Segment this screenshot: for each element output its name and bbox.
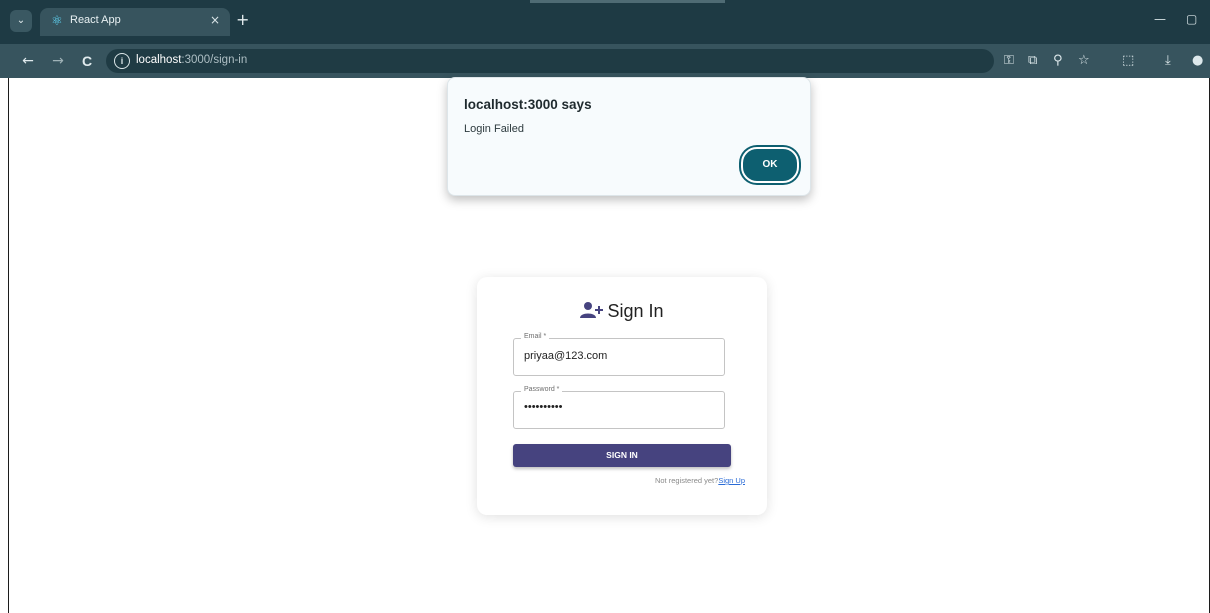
tab-close-icon[interactable]: × [210, 13, 220, 27]
extensions-icon[interactable]: ⬚ [1122, 53, 1134, 68]
minimize-icon[interactable]: — [1154, 12, 1166, 26]
sign-up-link[interactable]: Sign Up [718, 476, 745, 485]
password-value[interactable]: •••••••••• [524, 401, 563, 413]
download-icon[interactable]: ⤓ [1165, 53, 1171, 68]
alert-heading: localhost:3000 says [464, 97, 592, 112]
browser-tab[interactable]: ⚛ React App × [40, 8, 230, 36]
address-bar[interactable]: i localhost:3000/sign-in ⚿ [106, 49, 1014, 73]
sign-in-button[interactable]: SIGN IN [513, 444, 731, 467]
react-icon: ⚛ [51, 14, 63, 29]
maximize-icon[interactable]: ▢ [1186, 12, 1197, 26]
sign-in-title: Sign In [607, 301, 664, 321]
browser-tab-bar: ⌄ ⚛ React App × + — ▢ [0, 0, 1210, 45]
password-key-icon[interactable]: ⚿ [1004, 53, 1014, 68]
browser-toolbar: ← → C i localhost:3000/sign-in ⚿ ⧉ ⚲ ☆ ⬚… [0, 44, 1210, 78]
email-value[interactable]: priyaa@123.com [524, 350, 607, 362]
register-prompt: Not registered yet?Sign Up [655, 476, 745, 485]
ok-button[interactable]: OK [741, 147, 799, 183]
bookmark-star-icon[interactable]: ☆ [1078, 53, 1090, 68]
alert-message: Login Failed [464, 123, 524, 135]
profile-icon[interactable]: ● [1192, 53, 1203, 68]
forward-icon[interactable]: → [48, 51, 68, 71]
sign-in-card: Sign In Email * priyaa@123.com Password … [477, 277, 767, 515]
sign-in-heading: Sign In [477, 301, 767, 322]
email-field[interactable]: Email * priyaa@123.com [513, 333, 725, 376]
tab-search-button[interactable]: ⌄ [10, 10, 32, 32]
tab-title: React App [70, 14, 121, 26]
register-text: Not registered yet? [654, 476, 719, 485]
page-edge [8, 78, 9, 613]
back-icon[interactable]: ← [18, 51, 38, 71]
email-label: Email * [521, 333, 550, 340]
zoom-icon[interactable]: ⚲ [1053, 53, 1063, 68]
person-add-icon [580, 302, 604, 318]
password-label: Password * [521, 386, 563, 393]
new-tab-button[interactable]: + [236, 10, 249, 30]
alert-dialog: localhost:3000 says Login Failed OK [447, 77, 811, 196]
loading-strip [530, 0, 725, 3]
site-info-icon[interactable]: i [114, 53, 130, 69]
reload-icon[interactable]: C [77, 51, 97, 71]
password-field[interactable]: Password * •••••••••• [513, 386, 725, 429]
cast-icon[interactable]: ⧉ [1028, 53, 1037, 68]
url-text[interactable]: localhost:3000/sign-in [136, 54, 247, 66]
